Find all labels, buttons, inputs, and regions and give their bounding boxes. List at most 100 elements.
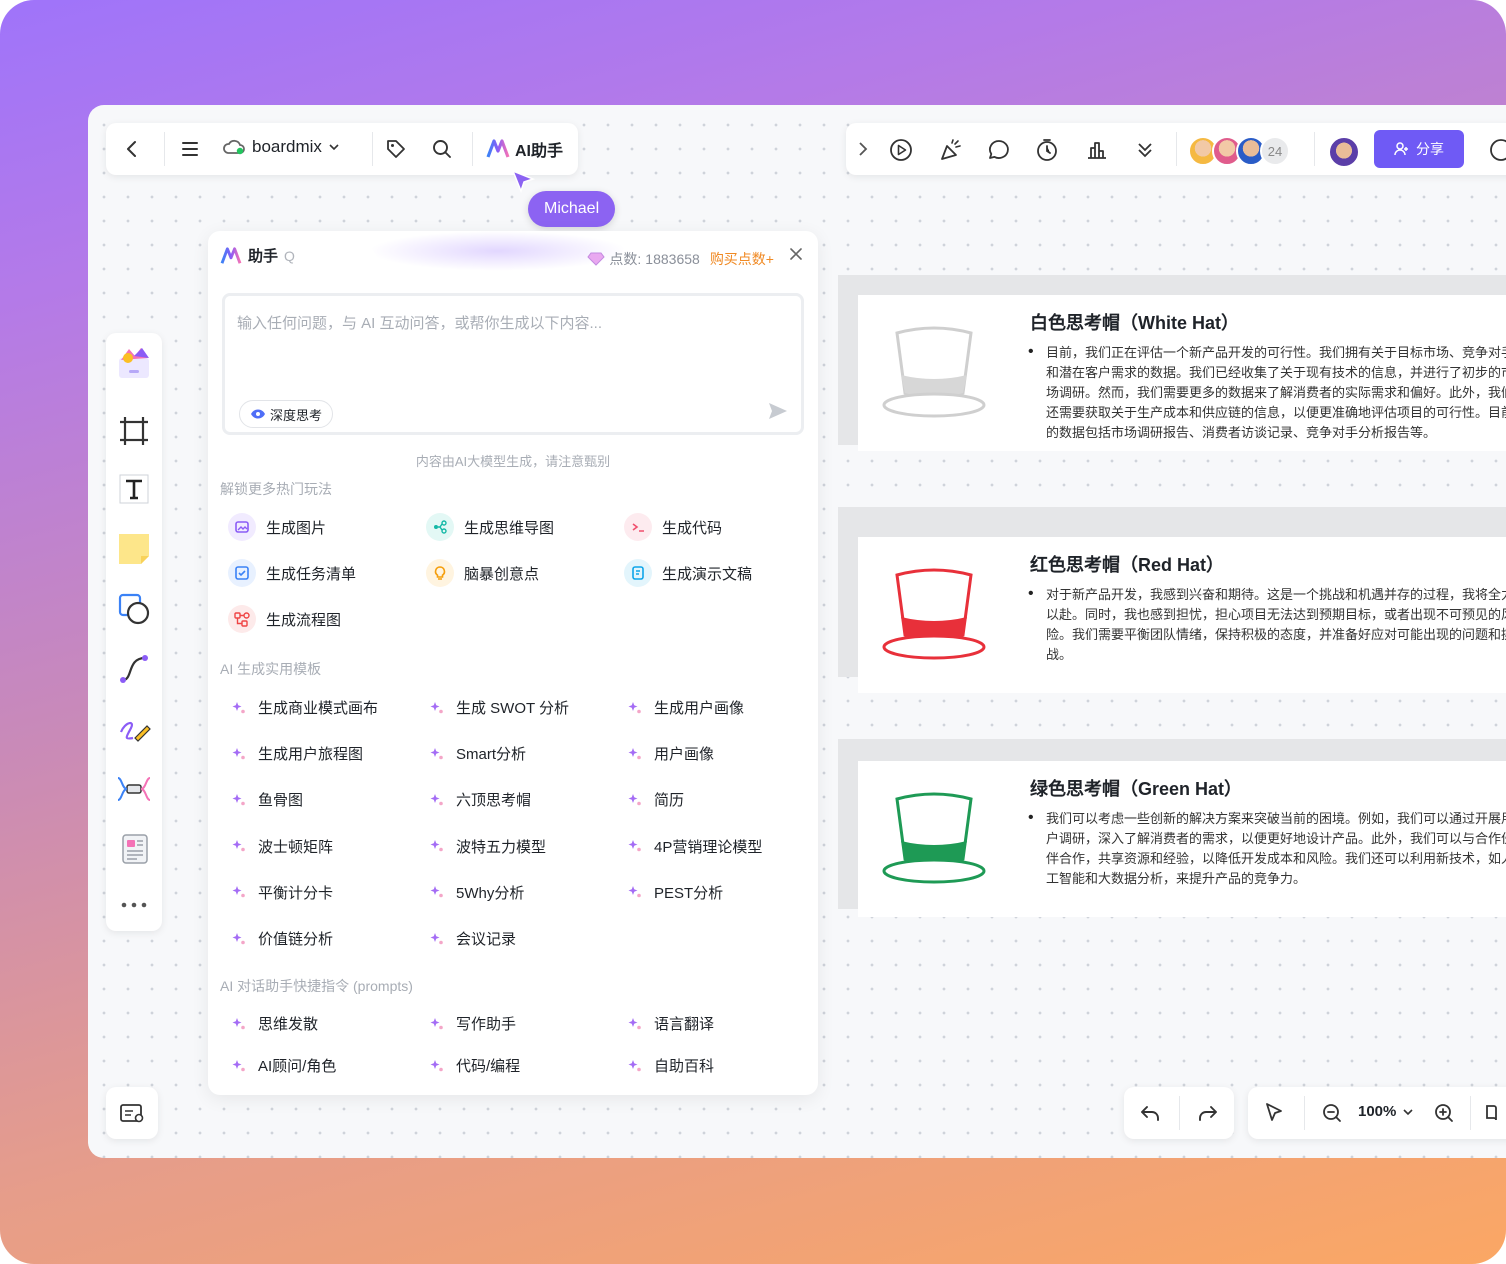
prompt-item[interactable]: 思维发散	[232, 1013, 318, 1034]
feature-item[interactable]: 生成流程图	[228, 605, 341, 633]
menu-icon[interactable]	[178, 137, 202, 161]
shape-tool[interactable]	[114, 589, 154, 629]
chevron-right-icon[interactable]	[856, 139, 870, 159]
hat-text-card: 绿色思考帽（Green Hat） 我们可以考虑一些创新的解决方案来突破当前的困境。…	[1010, 761, 1506, 917]
template-item-label: 鱼骨图	[258, 792, 304, 810]
zoom-level: 100%	[1358, 1103, 1397, 1120]
feature-item[interactable]: 生成思维导图	[426, 513, 554, 541]
feature-item[interactable]: 脑暴创意点	[426, 559, 539, 587]
ai-assistant-label: AI助手	[515, 143, 564, 160]
minimap-button[interactable]	[106, 1087, 158, 1139]
zoom-in-icon[interactable]	[1432, 1101, 1456, 1125]
prompt-item[interactable]: AI顾问/角色	[232, 1055, 336, 1076]
pen-tool[interactable]	[114, 709, 154, 749]
ai-assistant-button[interactable]: AI助手	[486, 137, 563, 161]
avatar-count: 24	[1260, 136, 1290, 166]
sparkle-icon	[232, 1017, 246, 1031]
points-value: 1883658	[645, 251, 700, 267]
template-item-label: 4P营销理论模型	[654, 838, 763, 856]
sparkle-icon	[232, 932, 246, 946]
user-avatar[interactable]	[1328, 136, 1360, 168]
prompt-item[interactable]: 自助百科	[628, 1055, 714, 1076]
feature-item[interactable]: 生成演示文稿	[624, 559, 752, 587]
panel-title: 助手	[248, 248, 279, 265]
sparkle-icon	[232, 839, 246, 853]
user-plus-icon	[1394, 141, 1410, 157]
prompt-item-label: AI顾问/角色	[258, 1058, 337, 1075]
left-tool-palette	[106, 333, 162, 931]
collaborator-name-tag: Michael	[528, 191, 616, 227]
deep-think-label: 深度思考	[270, 407, 323, 423]
celebrate-icon[interactable]	[938, 137, 964, 163]
template-item[interactable]: 5Why分析	[430, 882, 524, 903]
book-icon[interactable]	[1484, 1101, 1506, 1125]
minimap-icon	[119, 1102, 145, 1124]
more-tools-icon[interactable]	[114, 885, 154, 925]
close-icon[interactable]	[788, 246, 804, 262]
template-item[interactable]: 平衡计分卡	[232, 882, 333, 903]
deep-think-toggle[interactable]: 深度思考	[239, 400, 334, 428]
timer-icon[interactable]	[1034, 137, 1060, 163]
document-tool[interactable]	[114, 829, 154, 869]
more-down-icon[interactable]	[1134, 137, 1156, 163]
vote-chart-icon[interactable]	[1084, 137, 1110, 163]
prompt-item[interactable]: 语言翻译	[628, 1013, 714, 1034]
template-item[interactable]: 生成用户旅程图	[232, 743, 363, 764]
feature-item[interactable]: 生成代码	[624, 513, 722, 541]
search-icon[interactable]	[430, 137, 454, 161]
template-tool[interactable]	[114, 343, 154, 383]
select-pointer-icon[interactable]	[1262, 1101, 1286, 1125]
frame-tool[interactable]	[114, 411, 154, 451]
sparkle-icon	[430, 1059, 444, 1073]
share-label: 分享	[1416, 141, 1444, 157]
buy-points-link[interactable]: 购买点数+	[710, 249, 774, 269]
feature-item[interactable]: 生成图片	[228, 513, 326, 541]
board-name: boardmix	[252, 137, 322, 156]
hat-icon	[882, 792, 986, 884]
back-icon[interactable]	[120, 137, 144, 161]
points-label: 点数:	[609, 251, 642, 267]
template-item[interactable]: 简历	[628, 789, 684, 810]
undo-icon[interactable]	[1138, 1101, 1162, 1125]
template-item[interactable]: 生成 SWOT 分析	[430, 697, 569, 718]
ai-prompt-input[interactable]: 输入任何问题，与 AI 互动问答，或帮你生成以下内容... 深度思考	[222, 293, 804, 435]
template-item[interactable]: 鱼骨图	[232, 789, 303, 810]
tag-icon[interactable]	[384, 137, 408, 161]
share-button[interactable]: 分享	[1374, 130, 1464, 168]
zoom-out-icon[interactable]	[1320, 1101, 1344, 1125]
template-item[interactable]: 4P营销理论模型	[628, 836, 762, 857]
prompt-item[interactable]: 代码/编程	[430, 1055, 520, 1076]
feature-label: 生成演示文稿	[662, 565, 753, 583]
send-icon[interactable]	[767, 400, 789, 422]
feature-item[interactable]: 生成任务清单	[228, 559, 356, 587]
board-name-dropdown[interactable]: boardmix	[222, 137, 340, 157]
feature-label: 生成代码	[662, 519, 723, 537]
mindmap-tool[interactable]	[114, 769, 154, 809]
template-item[interactable]: PEST分析	[628, 882, 723, 903]
connector-tool[interactable]	[114, 649, 154, 689]
redo-icon[interactable]	[1196, 1101, 1220, 1125]
template-item[interactable]: 六顶思考帽	[430, 789, 531, 810]
template-item[interactable]: 会议记录	[430, 928, 516, 949]
text-tool[interactable]	[114, 469, 154, 509]
prompt-item[interactable]: 写作助手	[430, 1013, 516, 1034]
section-templates: AI 生成实用模板	[220, 661, 322, 677]
template-item[interactable]: 生成用户画像	[628, 697, 744, 718]
template-item[interactable]: 用户画像	[628, 743, 714, 764]
template-item[interactable]: 生成商业模式画布	[232, 697, 378, 718]
sparkle-icon	[628, 839, 642, 853]
feature-label: 生成图片	[266, 519, 327, 537]
template-item[interactable]: 价值链分析	[232, 928, 333, 949]
app-window: boardmix AI助手 Michael 24 分享 助手 Q 点数: 188…	[88, 105, 1506, 1158]
comment-icon[interactable]	[986, 137, 1012, 163]
template-item[interactable]: 波特五力模型	[430, 836, 546, 857]
help-icon[interactable]	[1488, 137, 1506, 163]
template-item[interactable]: Smart分析	[430, 743, 526, 764]
zoom-level-dropdown[interactable]: 100%	[1358, 1103, 1414, 1120]
panel-header: 助手 Q	[220, 245, 295, 266]
play-icon[interactable]	[888, 137, 914, 163]
sparkle-icon	[430, 747, 444, 761]
sticky-note-tool[interactable]	[114, 529, 154, 569]
collaborator-avatars[interactable]: 24	[1188, 123, 1308, 175]
template-item[interactable]: 波士顿矩阵	[232, 836, 333, 857]
